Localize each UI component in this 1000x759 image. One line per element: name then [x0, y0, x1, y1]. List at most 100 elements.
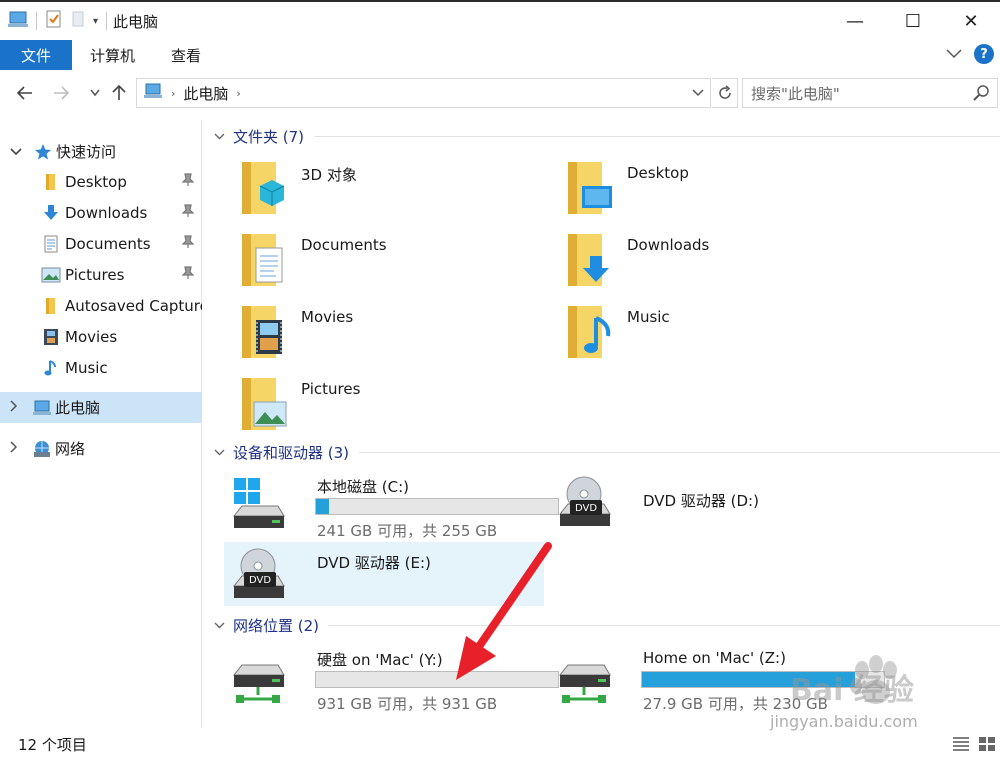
address-history-dropdown[interactable] [692, 86, 704, 100]
close-button[interactable]: ✕ [942, 2, 1000, 40]
folder-tile-pictures[interactable]: Pictures [208, 376, 528, 440]
pin-icon[interactable] [181, 173, 195, 190]
sidebar-item-desktop[interactable]: Desktop [0, 166, 202, 197]
group-title: 网络位置 (2) [233, 616, 320, 635]
tab-computer[interactable]: 计算机 [72, 40, 153, 70]
sidebar-item-label: Pictures [65, 265, 125, 284]
search-icon[interactable] [973, 84, 991, 106]
sidebar-item-autosaved-captures[interactable]: Autosaved Captures [0, 290, 202, 321]
help-button[interactable]: ? [974, 44, 994, 64]
tab-file[interactable]: 文件 [0, 40, 72, 70]
network-icon [32, 440, 52, 458]
folder-tile-music[interactable]: Music [534, 304, 854, 368]
group-header-network-locations[interactable]: 网络位置 (2) [214, 614, 1000, 636]
group-header-folders[interactable]: 文件夹 (7) [214, 125, 1000, 147]
chevron-right-icon[interactable] [10, 441, 18, 456]
dvd-label: DVD [249, 575, 271, 586]
chevron-right-icon[interactable] [10, 400, 18, 415]
sidebar-item-quick-access[interactable]: 快速访问 [0, 136, 202, 167]
movies-folder-icon [238, 304, 288, 366]
pin-icon[interactable] [181, 204, 195, 221]
group-divider [359, 451, 1000, 453]
sidebar-item-pictures[interactable]: Pictures [0, 259, 202, 290]
chevron-down-icon[interactable] [214, 130, 225, 143]
music-note-icon [44, 359, 58, 377]
drive-usage-bar [315, 671, 559, 688]
pin-icon[interactable] [181, 266, 195, 283]
dvd-label: DVD [575, 503, 597, 514]
sidebar-item-label: Desktop [65, 172, 127, 191]
content-pane: 文件夹 (7) 3D 对象 Desktop Documents Download… [204, 120, 1000, 728]
folder-name: Desktop [627, 164, 689, 182]
up-arrow-icon [112, 85, 126, 100]
minimize-button[interactable]: — [826, 2, 884, 40]
up-button[interactable] [104, 78, 134, 108]
drive-name: Home on 'Mac' (Z:) [643, 649, 786, 667]
toolbar-separator [36, 12, 37, 30]
picture-icon [41, 267, 61, 283]
group-header-devices[interactable]: 设备和驱动器 (3) [214, 441, 1000, 463]
window-title: 此电脑 [113, 12, 159, 31]
folder-tile-downloads[interactable]: Downloads [534, 232, 854, 296]
breadcrumb-separator-icon[interactable]: › [236, 87, 240, 100]
back-arrow-icon [17, 86, 32, 100]
quick-access-toolbar: ▾ [0, 2, 108, 40]
sidebar-item-label: Autosaved Captures [65, 296, 202, 315]
folder-tile-movies[interactable]: Movies [208, 304, 528, 368]
chevron-down-icon[interactable] [10, 145, 22, 159]
network-drive-icon [556, 657, 612, 711]
sidebar-item-movies[interactable]: Movies [0, 321, 202, 352]
3d-objects-folder-icon [238, 160, 288, 222]
chevron-down-icon[interactable] [214, 619, 225, 632]
folder-name: Documents [301, 236, 387, 254]
search-input[interactable]: 搜索"此电脑" [751, 83, 840, 104]
sidebar-item-label: 快速访问 [56, 143, 117, 161]
breadcrumb-this-pc[interactable]: 此电脑 [183, 83, 228, 104]
drive-name: 本地磁盘 (C:) [317, 478, 409, 496]
computer-icon [8, 10, 28, 32]
item-count: 12 个项目 [18, 736, 87, 754]
folder-tile-documents[interactable]: Documents [208, 232, 528, 296]
address-bar[interactable]: › 此电脑 › [136, 78, 711, 108]
new-folder-icon[interactable] [71, 10, 85, 32]
customize-toolbar-icon[interactable]: ▾ [93, 16, 98, 27]
sidebar-item-this-pc[interactable]: 此电脑 [0, 392, 202, 423]
sidebar-item-music[interactable]: Music [0, 352, 202, 383]
forward-button[interactable] [46, 78, 76, 108]
chevron-down-icon[interactable] [214, 446, 225, 459]
film-icon [43, 328, 59, 346]
document-icon [43, 235, 59, 253]
drive-usage-bar [315, 498, 559, 515]
drive-name: DVD 驱动器 (D:) [643, 492, 759, 510]
properties-icon[interactable] [45, 10, 63, 32]
dvd-drive-icon: DVD [230, 546, 286, 610]
dvd-drive-icon: DVD [556, 474, 612, 538]
back-button[interactable] [10, 78, 40, 108]
group-title: 文件夹 (7) [233, 127, 305, 146]
sidebar-item-documents[interactable]: Documents [0, 228, 202, 259]
expand-ribbon-icon[interactable] [946, 45, 962, 63]
folder-name: Pictures [301, 380, 361, 398]
sidebar-item-network[interactable]: 网络 [0, 433, 202, 464]
star-icon [34, 143, 52, 161]
drive-tile-c[interactable]: 本地磁盘 (C:) 241 GB 可用，共 255 GB [224, 470, 559, 542]
drive-tile-e[interactable]: DVD DVD 驱动器 (E:) [224, 542, 544, 606]
tab-view[interactable]: 查看 [153, 40, 219, 70]
folder-tile-desktop[interactable]: Desktop [534, 160, 854, 224]
pin-icon[interactable] [181, 235, 195, 252]
refresh-button[interactable] [712, 78, 738, 108]
group-divider [314, 135, 1000, 137]
watermark-brand: Bai 经验 [790, 673, 914, 708]
search-box[interactable]: 搜索"此电脑" [742, 78, 998, 108]
navigation-pane: 快速访问 Desktop Downloads Documents Picture… [0, 120, 202, 728]
sidebar-item-downloads[interactable]: Downloads [0, 197, 202, 228]
chevron-down-icon [90, 89, 100, 97]
maximize-button[interactable]: ☐ [884, 2, 942, 40]
group-title: 设备和驱动器 (3) [233, 443, 350, 462]
folder-name: Music [627, 308, 670, 326]
chevron-down-icon [692, 89, 704, 97]
folder-tile-3d-objects[interactable]: 3D 对象 [208, 160, 528, 224]
drive-free-space: 241 GB 可用，共 255 GB [317, 522, 498, 540]
drive-tile-d[interactable]: DVD DVD 驱动器 (D:) [550, 470, 870, 542]
network-drive-tile-y[interactable]: 硬盘 on 'Mac' (Y:) 931 GB 可用，共 931 GB [224, 643, 559, 715]
